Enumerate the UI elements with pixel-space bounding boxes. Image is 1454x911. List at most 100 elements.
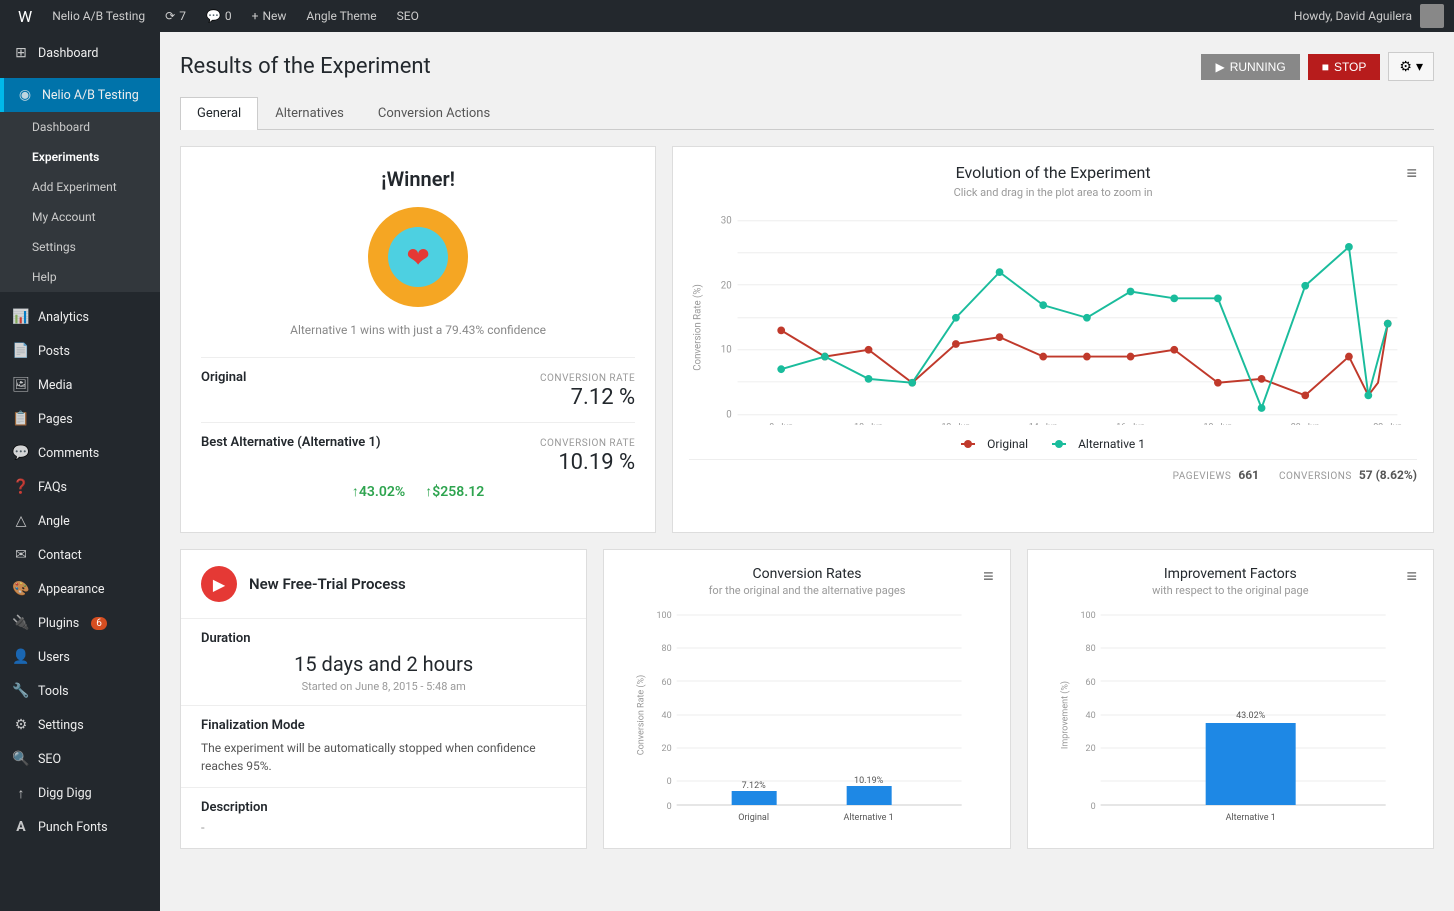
- legend-alt1-label: Alternative 1: [1078, 437, 1145, 451]
- plugins-icon: 🔌: [12, 614, 30, 632]
- analytics-icon: 📊: [12, 308, 30, 326]
- best-alt-label: Best Alternative (Alternative 1): [201, 435, 381, 450]
- legend-original: Original: [961, 437, 1028, 451]
- heart-icon: ❤: [406, 241, 429, 274]
- duration-sub: Started on June 8, 2015 - 5:48 am: [201, 680, 566, 693]
- tab-alternatives[interactable]: Alternatives: [258, 97, 361, 129]
- comments[interactable]: 💬 0: [198, 0, 240, 32]
- sidebar-item-dashboard-sub[interactable]: Dashboard: [0, 112, 160, 142]
- svg-text:20: 20: [662, 744, 672, 754]
- sidebar-item-my-account[interactable]: My Account: [0, 202, 160, 232]
- chevron-down-icon: ▾: [1416, 58, 1423, 75]
- svg-text:7.12%: 7.12%: [742, 781, 767, 791]
- sidebar-item-dashboard[interactable]: ⊞ Dashboard: [0, 36, 160, 70]
- sidebar-item-label: Pages: [38, 412, 73, 427]
- improvement-factors-subtitle: with respect to the original page: [1044, 584, 1417, 597]
- svg-text:Original: Original: [739, 813, 770, 823]
- duration-label: Duration: [201, 631, 566, 646]
- running-button[interactable]: ▶ RUNNING: [1201, 54, 1299, 80]
- svg-text:22. Jun: 22. Jun: [1374, 422, 1403, 424]
- svg-text:Conversion Rate (%): Conversion Rate (%): [636, 675, 647, 755]
- svg-text:16. Jun: 16. Jun: [1116, 422, 1145, 424]
- sidebar-item-settings-sub[interactable]: Settings: [0, 232, 160, 262]
- sidebar-item-users[interactable]: 👤 Users: [0, 640, 160, 674]
- best-alt-stat: Best Alternative (Alternative 1) CONVERS…: [201, 435, 635, 500]
- winner-subtitle: Alternative 1 wins with just a 79.43% co…: [201, 323, 635, 337]
- chart-menu-icon[interactable]: ≡: [1406, 163, 1417, 184]
- sidebar-item-settings[interactable]: ⚙ Settings: [0, 708, 160, 742]
- sidebar-item-label: Comments: [38, 446, 99, 461]
- stop-button[interactable]: ■ STOP: [1308, 54, 1381, 80]
- sidebar: ⊞ Dashboard ◉ Nelio A/B Testing Dashboar…: [0, 32, 160, 911]
- sidebar-item-label: Analytics: [38, 310, 89, 325]
- svg-text:80: 80: [1085, 644, 1095, 654]
- conversions-value: 57 (8.62%): [1359, 468, 1417, 482]
- sidebar-item-tools[interactable]: 🔧 Tools: [0, 674, 160, 708]
- sidebar-item-faqs[interactable]: ❓ FAQs: [0, 470, 160, 504]
- sidebar-item-angle[interactable]: △ Angle: [0, 504, 160, 538]
- sidebar-item-nelio[interactable]: ◉ Nelio A/B Testing: [0, 78, 160, 112]
- page-title: Results of the Experiment: [180, 54, 431, 79]
- running-label: RUNNING: [1230, 60, 1286, 74]
- legend-original-label: Original: [987, 437, 1028, 451]
- svg-text:14. Jun: 14. Jun: [1029, 422, 1058, 424]
- angle-theme[interactable]: Angle Theme: [298, 0, 384, 32]
- faqs-icon: ❓: [12, 478, 30, 496]
- users-icon: 👤: [12, 648, 30, 666]
- conversion-chart-menu[interactable]: ≡: [983, 566, 994, 587]
- tabs: General Alternatives Conversion Actions: [180, 97, 1434, 130]
- sidebar-item-add-experiment[interactable]: Add Experiment: [0, 172, 160, 202]
- svg-text:43.02%: 43.02%: [1236, 711, 1266, 721]
- wp-logo[interactable]: W: [10, 0, 40, 32]
- conversions-label: CONVERSIONS: [1279, 471, 1352, 482]
- svg-text:12. Jun: 12. Jun: [942, 422, 971, 424]
- evolution-chart-subtitle: Click and drag in the plot area to zoom …: [689, 186, 1417, 199]
- avatar[interactable]: [1420, 4, 1444, 28]
- seo[interactable]: SEO: [389, 0, 427, 32]
- contact-icon: ✉: [12, 546, 30, 564]
- sidebar-item-posts[interactable]: 📄 Posts: [0, 334, 160, 368]
- sidebar-item-help[interactable]: Help: [0, 262, 160, 292]
- user-greeting: Howdy, David Aguilera: [1294, 9, 1412, 23]
- improvement2: ↑$258.12: [425, 483, 484, 500]
- pages-icon: 📋: [12, 410, 30, 428]
- comments-icon: 💬: [12, 444, 30, 462]
- sidebar-item-label: Users: [38, 650, 70, 665]
- sidebar-item-media[interactable]: 🖼 Media: [0, 368, 160, 402]
- sidebar-item-digg-digg[interactable]: ↑ Digg Digg: [0, 776, 160, 810]
- description-label: Description: [201, 800, 566, 815]
- svg-text:20. Jun: 20. Jun: [1291, 422, 1320, 424]
- conversion-rates-title: Conversion Rates: [620, 566, 993, 582]
- top-cards-row: ¡Winner! ❤ Alternative 1 wins with just …: [180, 146, 1434, 533]
- svg-text:30: 30: [721, 216, 732, 227]
- settings-button[interactable]: ⚙ ▾: [1388, 52, 1434, 81]
- sidebar-item-analytics[interactable]: 📊 Analytics: [0, 300, 160, 334]
- sidebar-item-plugins[interactable]: 🔌 Plugins 6: [0, 606, 160, 640]
- original-rate: 7.12 %: [201, 385, 635, 410]
- svg-text:100: 100: [657, 611, 672, 621]
- tab-conversion-actions[interactable]: Conversion Actions: [361, 97, 507, 129]
- conversion-rates-subtitle: for the original and the alternative pag…: [620, 584, 993, 597]
- sidebar-item-seo[interactable]: 🔍 SEO: [0, 742, 160, 776]
- sidebar-item-punch-fonts[interactable]: A Punch Fonts: [0, 810, 160, 844]
- original-label: Original: [201, 370, 246, 385]
- posts-icon: 📄: [12, 342, 30, 360]
- winner-badge-inner: ❤: [388, 227, 448, 287]
- digg-icon: ↑: [12, 784, 30, 802]
- finalization-section: Finalization Mode The experiment will be…: [181, 706, 586, 788]
- dashboard-icon: ⊞: [12, 44, 30, 62]
- sidebar-item-pages[interactable]: 📋 Pages: [0, 402, 160, 436]
- sidebar-item-appearance[interactable]: 🎨 Appearance: [0, 572, 160, 606]
- new-content[interactable]: + New: [244, 0, 295, 32]
- svg-text:40: 40: [662, 711, 672, 721]
- improvement-chart-menu[interactable]: ≡: [1406, 566, 1417, 587]
- sidebar-item-experiments[interactable]: Experiments: [0, 142, 160, 172]
- sidebar-item-contact[interactable]: ✉ Contact: [0, 538, 160, 572]
- updates[interactable]: ⟳ 7: [157, 0, 194, 32]
- conversion-rate-label2: CONVERSION RATE: [540, 438, 635, 449]
- chart-stats: PAGEVIEWS 661 CONVERSIONS 57 (8.62%): [689, 459, 1417, 482]
- winner-card: ¡Winner! ❤ Alternative 1 wins with just …: [180, 146, 656, 533]
- tab-general[interactable]: General: [180, 97, 258, 130]
- site-name[interactable]: Nelio A/B Testing: [44, 0, 153, 32]
- sidebar-item-comments[interactable]: 💬 Comments: [0, 436, 160, 470]
